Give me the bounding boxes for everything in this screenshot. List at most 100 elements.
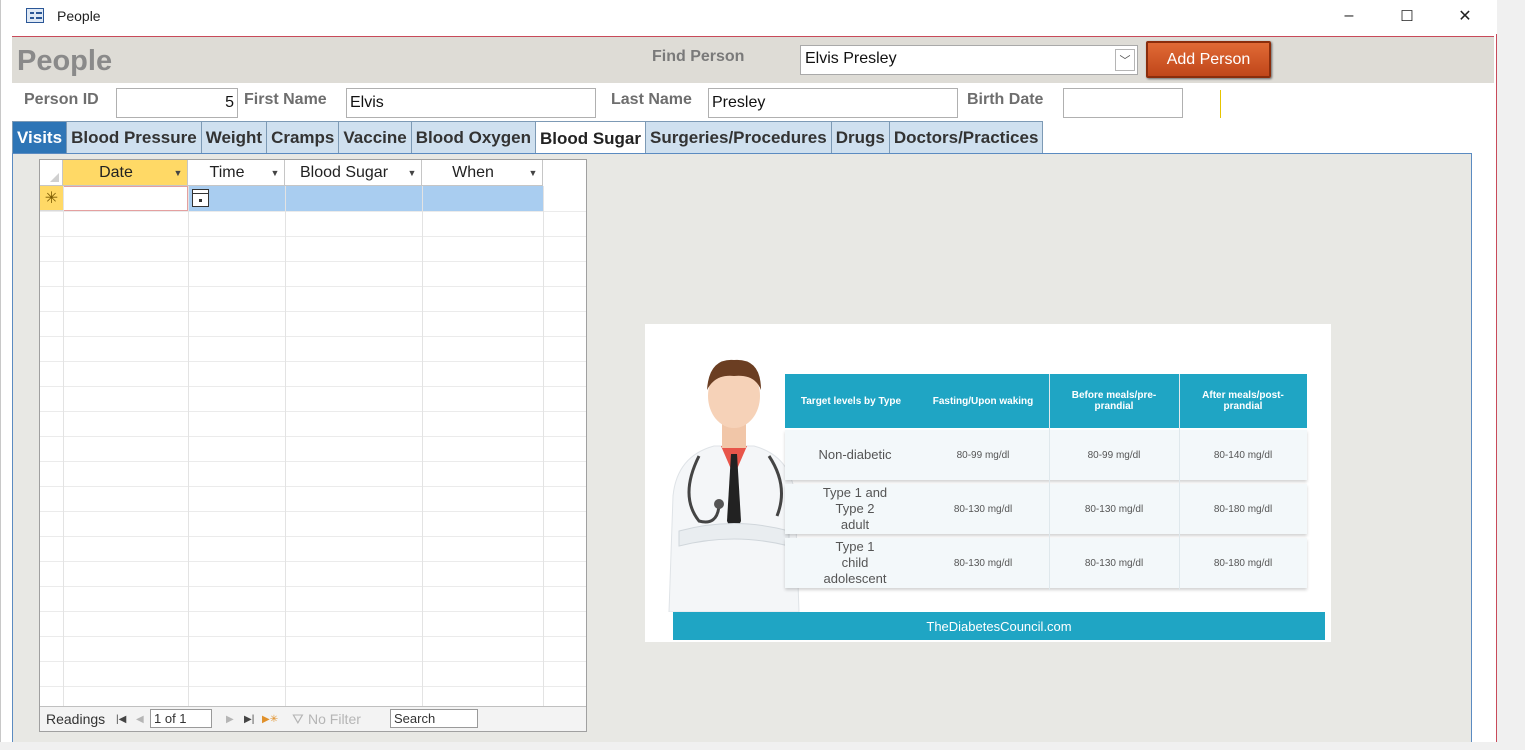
grid-row-line — [40, 661, 586, 662]
first-name-field[interactable]: Elvis — [346, 88, 596, 118]
tab-strip: Visits Blood Pressure Weight Cramps Vacc… — [12, 121, 1044, 155]
target-levels-table: Target levels by Type Fasting/Upon wakin… — [785, 374, 1307, 590]
add-person-button[interactable]: Add Person — [1146, 41, 1271, 78]
column-header-date[interactable]: Date ▼ — [63, 160, 188, 186]
people-form: People Find Person Elvis Presley ﹀ Add P… — [12, 36, 1494, 747]
tab-blood-oxygen[interactable]: Blood Oxygen — [410, 121, 536, 153]
select-all-corner[interactable] — [40, 160, 63, 186]
column-header-when[interactable]: When ▼ — [422, 160, 543, 186]
grid-row-line — [40, 486, 586, 487]
find-person-combobox[interactable]: Elvis Presley ﹀ — [800, 45, 1138, 75]
table-row: Non-diabetic 80-99 mg/dl 80-99 mg/dl 80-… — [785, 430, 1307, 480]
blood-sugar-tab-page: Date ▼ Time ▼ Blood Sugar ▼ When ▼ ✳ Reading… — [12, 153, 1472, 747]
grid-column-line — [422, 186, 423, 706]
table-header-cell: Before meals/pre-prandial — [1049, 374, 1179, 428]
grid-column-line — [63, 186, 64, 706]
birth-date-field[interactable] — [1063, 88, 1183, 118]
calendar-icon[interactable] — [192, 189, 209, 207]
close-button[interactable]: ✕ — [1443, 2, 1487, 30]
current-record-field[interactable]: 1 of 1 — [150, 709, 212, 728]
new-record-selector[interactable]: ✳ — [40, 186, 63, 211]
search-input[interactable]: Search — [390, 709, 478, 728]
table-row: Type 1 and Type 2 adult 80-130 mg/dl 80-… — [785, 484, 1307, 534]
table-cell: 80-180 mg/dl — [1213, 557, 1273, 569]
tab-cramps[interactable]: Cramps — [266, 121, 340, 153]
row-label: Type 1 and Type 2 adult — [822, 485, 888, 532]
person-id-field[interactable]: 5 — [116, 88, 238, 118]
status-strip — [0, 742, 1525, 750]
dropdown-arrow-icon[interactable]: ▼ — [169, 168, 187, 178]
grid-row-line — [40, 536, 586, 537]
tab-drugs[interactable]: Drugs — [830, 121, 890, 153]
tab-visits[interactable]: Visits — [12, 121, 68, 153]
person-id-label: Person ID — [24, 91, 99, 108]
minimize-button[interactable]: – — [1327, 2, 1371, 30]
next-record-icon[interactable]: ▶ — [226, 714, 234, 725]
table-cell: 80-130 mg/dl — [1084, 503, 1144, 515]
divider — [1220, 90, 1221, 118]
last-name-field[interactable]: Presley — [708, 88, 958, 118]
table-row: Type 1 child adolescent 80-130 mg/dl 80-… — [785, 538, 1307, 588]
table-cell: 80-130 mg/dl — [953, 503, 1013, 515]
readings-datasheet: Date ▼ Time ▼ Blood Sugar ▼ When ▼ ✳ Reading… — [39, 159, 587, 732]
window-edge — [1497, 0, 1525, 750]
infographic-source: TheDiabetesCouncil.com — [673, 612, 1325, 640]
grid-row-line — [40, 236, 586, 237]
column-header-blood-sugar[interactable]: Blood Sugar ▼ — [285, 160, 422, 186]
grid-row-line — [40, 511, 586, 512]
dropdown-arrow-icon[interactable]: ▼ — [403, 168, 421, 178]
title-bar: People – ☐ ✕ — [1, 0, 1498, 34]
grid-row-line — [40, 586, 586, 587]
column-label: When — [452, 163, 494, 181]
previous-record-icon[interactable]: ◀ — [136, 714, 144, 725]
column-header-time[interactable]: Time ▼ — [188, 160, 285, 186]
grid-column-line — [188, 186, 189, 706]
tab-blood-pressure[interactable]: Blood Pressure — [66, 121, 202, 153]
grid-row-line — [40, 261, 586, 262]
target-levels-infographic: Target levels by Type Fasting/Upon wakin… — [645, 324, 1331, 642]
table-separator — [1179, 374, 1180, 590]
first-name-label: First Name — [244, 91, 327, 108]
dropdown-arrow-icon[interactable]: ▼ — [524, 168, 542, 178]
grid-column-line — [285, 186, 286, 706]
table-cell: 80-99 mg/dl — [1087, 449, 1141, 461]
grid-row-line — [40, 336, 586, 337]
person-fields: Person ID 5 First Name Elvis Last Name P… — [12, 83, 1494, 119]
new-record-icon[interactable]: ▶✳ — [262, 714, 278, 725]
column-label: Time — [209, 163, 245, 181]
table-cell: 80-180 mg/dl — [1213, 503, 1273, 515]
page-title: People — [17, 45, 113, 77]
grid-row-line — [40, 561, 586, 562]
first-record-icon[interactable]: |◀ — [116, 714, 126, 725]
maximize-button[interactable]: ☐ — [1385, 2, 1429, 30]
column-label: Blood Sugar — [299, 163, 389, 181]
last-name-label: Last Name — [611, 91, 692, 108]
form-icon — [26, 8, 44, 23]
grid-row-line — [40, 211, 586, 212]
grid-row-line — [40, 286, 586, 287]
date-cell-input[interactable] — [63, 186, 188, 211]
nav-label: Readings — [46, 711, 106, 727]
table-separator — [1049, 374, 1050, 590]
dropdown-arrow-icon[interactable]: ▼ — [266, 168, 284, 178]
grid-row-line — [40, 311, 586, 312]
form-header: People Find Person Elvis Presley ﹀ Add P… — [12, 37, 1494, 83]
grid-row-line — [40, 436, 586, 437]
no-filter-button[interactable]: No Filter — [308, 711, 361, 727]
tab-weight[interactable]: Weight — [200, 121, 268, 153]
grid-row-line — [40, 686, 586, 687]
record-navigation-bar: Readings |◀ ◀ 1 of 1 ▶ ▶| ▶✳ ⛛ No Filter… — [40, 706, 586, 731]
grid-row-line — [40, 361, 586, 362]
birth-date-label: Birth Date — [967, 91, 1044, 108]
last-record-icon[interactable]: ▶| — [244, 714, 254, 725]
tab-vaccine[interactable]: Vaccine — [338, 121, 412, 153]
find-person-label: Find Person — [652, 48, 745, 65]
tab-surgeries-procedures[interactable]: Surgeries/Procedures — [645, 121, 832, 153]
column-label: Date — [99, 163, 133, 181]
grid-row-line — [40, 386, 586, 387]
tab-doctors-practices[interactable]: Doctors/Practices — [888, 121, 1044, 153]
tab-blood-sugar[interactable]: Blood Sugar — [534, 121, 647, 155]
access-window: People – ☐ ✕ People Find Person Elvis Pr… — [0, 0, 1498, 750]
chevron-down-icon[interactable]: ﹀ — [1115, 49, 1135, 71]
row-label: Type 1 child adolescent — [823, 539, 887, 586]
